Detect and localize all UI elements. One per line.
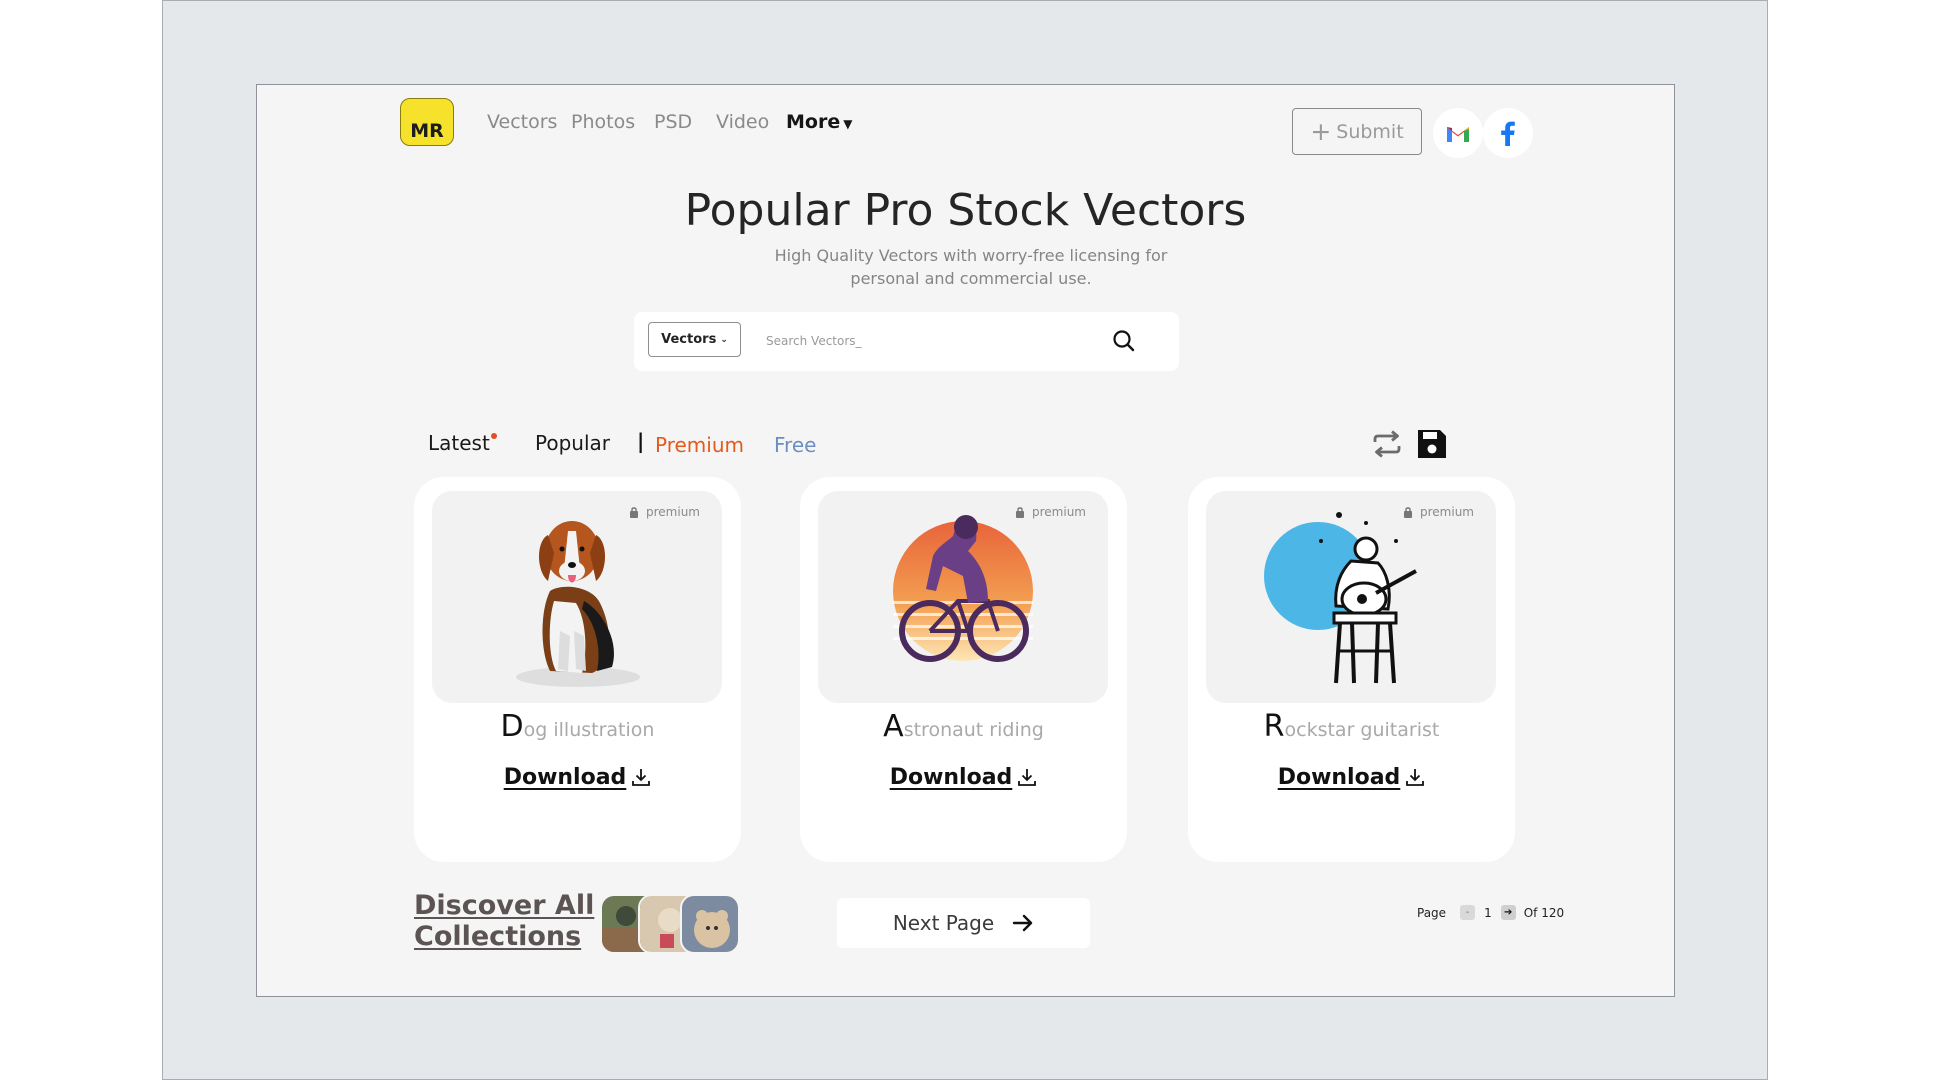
collection-thumb (680, 894, 740, 954)
tab-popular[interactable]: Popular (535, 431, 610, 455)
vector-card[interactable]: premium (414, 477, 741, 862)
lock-icon (1016, 507, 1024, 518)
new-indicator-dot (490, 433, 497, 439)
gmail-icon (1447, 127, 1469, 142)
premium-badge: premium (1015, 505, 1086, 519)
page-title: Popular Pro Stock Vectors (684, 185, 1247, 236)
search-category-label: Vectors (661, 332, 717, 347)
card-title-rest: stronaut riding (903, 719, 1044, 741)
vector-card[interactable]: premium (800, 477, 1127, 862)
download-label: Download (503, 765, 627, 790)
plus-icon: + (1310, 117, 1332, 146)
search-icon[interactable] (1111, 328, 1137, 354)
premium-badge: premium (629, 505, 700, 519)
card-title-initial: A (883, 709, 904, 744)
discover-collections-link[interactable]: Discover All Collections (414, 890, 604, 952)
card-title: Rockstar guitarist (1188, 709, 1515, 744)
tab-separator: | (637, 429, 645, 453)
download-icon (1406, 769, 1425, 786)
premium-badge-label: premium (646, 505, 700, 519)
vector-card[interactable]: premium Rockstar guitarist Download (1188, 477, 1515, 862)
download-icon (1018, 769, 1037, 786)
card-title-initial: D (500, 709, 524, 744)
discover-line1: Discover All (414, 890, 595, 921)
tab-latest[interactable]: Latest (428, 431, 497, 455)
arrow-right-icon (1012, 914, 1033, 932)
lock-icon (1404, 507, 1412, 518)
tab-premium[interactable]: Premium (655, 433, 744, 457)
collection-thumbnails[interactable] (600, 894, 740, 954)
nav-link-psd[interactable]: PSD (654, 111, 692, 133)
tab-latest-label: Latest (428, 431, 490, 455)
save-icon[interactable] (1415, 427, 1449, 461)
minus-icon: - (1465, 907, 1470, 918)
card-title: Dog illustration (414, 709, 741, 744)
cyclist-illustration (893, 515, 1033, 662)
card-title-initial: R (1263, 709, 1285, 744)
logo-text: MR (410, 120, 444, 142)
guitarist-illustration (1264, 512, 1417, 684)
page-container: MR Vectors Photos PSD Video More ▼ + Subm… (256, 84, 1675, 997)
facebook-button[interactable] (1483, 108, 1533, 158)
card-title: Astronaut riding (800, 709, 1127, 744)
discover-line2: Collections (414, 921, 582, 952)
nav-more-dropdown[interactable]: More ▼ (786, 111, 852, 133)
pager-label: Page (1417, 905, 1447, 920)
submit-button[interactable]: + Submit (1292, 108, 1422, 155)
caret-down-icon: ▼ (843, 117, 853, 131)
submit-label: Submit (1336, 120, 1404, 143)
nav-link-photos[interactable]: Photos (571, 111, 635, 133)
nav-more-label: More (786, 111, 841, 133)
premium-badge-label: premium (1032, 505, 1086, 519)
pager-current-page: 1 (1484, 905, 1492, 920)
page-subtitle: High Quality Vectors with worry-free lic… (774, 246, 1168, 288)
download-button[interactable]: Download (1188, 765, 1515, 790)
card-image-cyclist[interactable]: premium (818, 491, 1108, 703)
card-title-rest: ockstar guitarist (1284, 719, 1440, 741)
arrow-right-icon: ➔ (1504, 907, 1513, 918)
facebook-icon (1501, 121, 1515, 146)
card-image-guitarist[interactable]: premium (1206, 491, 1496, 703)
nav-link-video[interactable]: Video (716, 111, 769, 133)
app-frame: MR Vectors Photos PSD Video More ▼ + Subm… (162, 0, 1768, 1080)
gmail-button[interactable] (1433, 108, 1483, 158)
search-input[interactable] (764, 324, 1094, 358)
search-category-select[interactable]: Vectors ⌄ (648, 322, 741, 357)
lock-icon (630, 507, 638, 518)
pager-total: Of 120 (1523, 905, 1565, 920)
pagination: Page - 1 ➔ Of 120 (1417, 905, 1564, 920)
tab-free[interactable]: Free (774, 433, 816, 457)
download-label: Download (1277, 765, 1401, 790)
card-title-rest: og illustration (523, 719, 655, 741)
card-image-dog[interactable]: premium (432, 491, 722, 703)
brand-logo[interactable]: MR (400, 98, 454, 146)
repeat-icon[interactable] (1370, 427, 1404, 461)
download-icon (632, 769, 651, 786)
premium-badge-label: premium (1420, 505, 1474, 519)
download-button[interactable]: Download (414, 765, 741, 790)
next-page-label: Next Page (892, 911, 995, 935)
pager-prev-button[interactable]: - (1460, 905, 1476, 920)
premium-badge: premium (1403, 505, 1474, 519)
dog-illustration (516, 521, 640, 687)
download-label: Download (889, 765, 1013, 790)
download-button[interactable]: Download (800, 765, 1127, 790)
chevron-down-icon: ⌄ (720, 334, 728, 345)
nav-link-vectors[interactable]: Vectors (487, 111, 557, 133)
search-bar: Vectors ⌄ (634, 312, 1179, 371)
next-page-button[interactable]: Next Page (837, 898, 1090, 948)
pager-next-button[interactable]: ➔ (1500, 905, 1516, 920)
